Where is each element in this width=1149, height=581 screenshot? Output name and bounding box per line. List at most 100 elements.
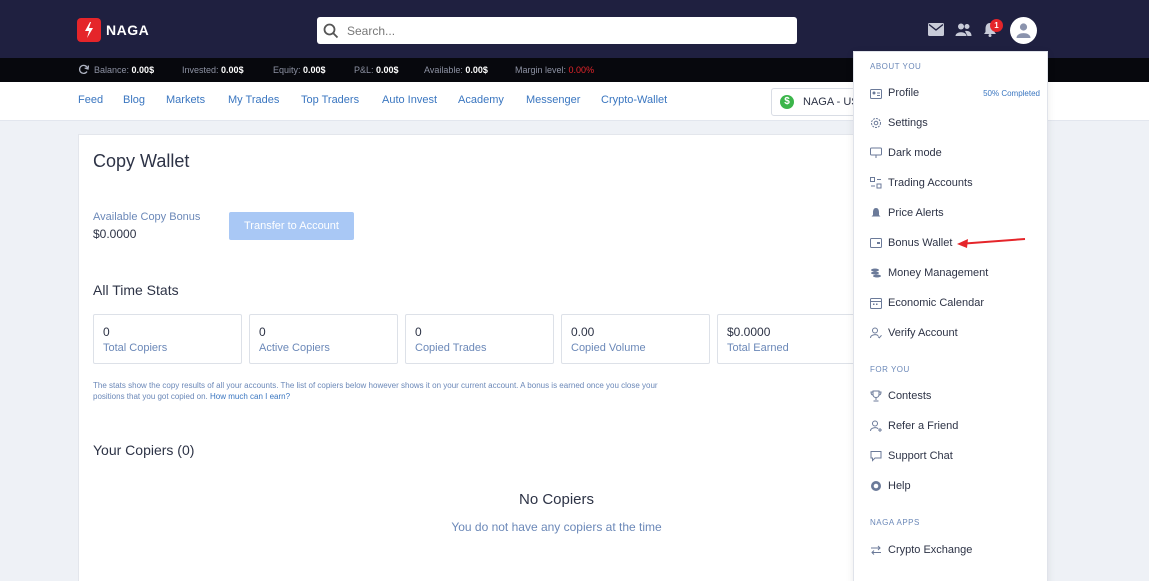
account-selector-label: NAGA - US bbox=[803, 96, 859, 108]
pl-stat: P&L: 0.00$ bbox=[354, 65, 399, 75]
stat-value: 0 bbox=[415, 325, 422, 339]
search-icon bbox=[323, 23, 339, 38]
add-user-icon bbox=[870, 420, 882, 432]
stat-label: Total Copiers bbox=[103, 342, 168, 354]
copy-bonus-label: Available Copy Bonus bbox=[93, 211, 201, 223]
logo-text: NAGA bbox=[106, 22, 150, 38]
balance-stat: Balance: 0.00$ bbox=[94, 65, 155, 75]
menu-price-alerts[interactable]: Price Alerts bbox=[870, 204, 1040, 222]
nav-my-trades[interactable]: My Trades bbox=[228, 94, 279, 106]
section-about-you: ABOUT YOU bbox=[870, 62, 922, 71]
menu-trading-accounts-label: Trading Accounts bbox=[888, 177, 973, 189]
coins-icon bbox=[870, 267, 882, 279]
nav-blog[interactable]: Blog bbox=[123, 94, 145, 106]
stats-note-text: The stats show the copy results of all y… bbox=[93, 381, 658, 401]
nav-feed[interactable]: Feed bbox=[78, 94, 103, 106]
menu-bonus-wallet-label: Bonus Wallet bbox=[888, 237, 953, 249]
stat-total-copiers: 0 Total Copiers bbox=[93, 314, 242, 364]
page-title: Copy Wallet bbox=[93, 151, 190, 171]
section-naga-apps: NAGA APPS bbox=[870, 518, 920, 527]
profile-completion-tag: 50% Completed bbox=[983, 88, 1040, 98]
menu-trading-accounts[interactable]: Trading Accounts bbox=[870, 174, 1040, 192]
copy-wallet-card: Copy Wallet Available Copy Bonus $0.0000… bbox=[78, 134, 868, 581]
stat-value: 0 bbox=[259, 325, 266, 339]
equity-stat: Equity: 0.00$ bbox=[273, 65, 326, 75]
nav-academy[interactable]: Academy bbox=[458, 94, 504, 106]
stat-label: Copied Trades bbox=[415, 342, 487, 354]
how-much-earn-link[interactable]: How much can I earn? bbox=[210, 392, 290, 401]
menu-crypto-exchange-label: Crypto Exchange bbox=[888, 544, 973, 556]
stat-total-earned: $0.0000 Total Earned bbox=[717, 314, 866, 364]
section-for-you: FOR YOU bbox=[870, 365, 910, 374]
nav-auto-invest[interactable]: Auto Invest bbox=[382, 94, 437, 106]
invested-stat: Invested: 0.00$ bbox=[182, 65, 244, 75]
stat-label: Copied Volume bbox=[571, 342, 646, 354]
wallet-icon bbox=[870, 237, 882, 249]
menu-dark-mode[interactable]: Dark mode bbox=[870, 144, 1040, 162]
menu-money-management-label: Money Management bbox=[888, 267, 989, 279]
margin-level-stat: Margin level: 0.00% bbox=[515, 65, 595, 75]
menu-economic-calendar[interactable]: Economic Calendar bbox=[870, 294, 1040, 312]
stat-label: Active Copiers bbox=[259, 342, 330, 354]
users-icon[interactable] bbox=[955, 23, 972, 36]
menu-refer-friend-label: Refer a Friend bbox=[888, 420, 959, 432]
alert-bell-icon bbox=[870, 207, 882, 219]
account-selector[interactable]: $ NAGA - US bbox=[771, 88, 861, 116]
menu-support-chat-label: Support Chat bbox=[888, 450, 953, 462]
chat-icon bbox=[870, 450, 882, 462]
search-input[interactable] bbox=[347, 23, 787, 38]
menu-contests-label: Contests bbox=[888, 390, 932, 402]
nav-markets[interactable]: Markets bbox=[166, 94, 205, 106]
calendar-icon bbox=[870, 297, 882, 309]
stat-copied-volume: 0.00 Copied Volume bbox=[561, 314, 710, 364]
nav-top-traders[interactable]: Top Traders bbox=[301, 94, 359, 106]
menu-contests[interactable]: Contests bbox=[870, 387, 1040, 405]
nav-crypto-wallet[interactable]: Crypto-Wallet bbox=[601, 94, 667, 106]
menu-price-alerts-label: Price Alerts bbox=[888, 207, 944, 219]
transfer-to-account-button[interactable]: Transfer to Account bbox=[229, 212, 354, 240]
trophy-icon bbox=[870, 390, 882, 402]
all-time-stats-title: All Time Stats bbox=[93, 282, 179, 298]
menu-support-chat[interactable]: Support Chat bbox=[870, 447, 1040, 465]
available-stat: Available: 0.00$ bbox=[424, 65, 488, 75]
profile-icon bbox=[870, 87, 882, 99]
search-box[interactable] bbox=[317, 17, 797, 44]
mail-icon[interactable] bbox=[928, 23, 944, 36]
nav-messenger[interactable]: Messenger bbox=[526, 94, 580, 106]
menu-profile[interactable]: Profile 50% Completed bbox=[870, 84, 1040, 102]
stat-value: 0 bbox=[103, 325, 110, 339]
menu-help-label: Help bbox=[888, 480, 911, 492]
user-menu-dropdown: ABOUT YOU Profile 50% Completed Settings… bbox=[853, 51, 1048, 581]
menu-refer-friend[interactable]: Refer a Friend bbox=[870, 417, 1040, 435]
stat-active-copiers: 0 Active Copiers bbox=[249, 314, 398, 364]
verify-user-icon bbox=[870, 327, 882, 339]
monitor-icon bbox=[870, 147, 882, 159]
stat-copied-trades: 0 Copied Trades bbox=[405, 314, 554, 364]
menu-settings[interactable]: Settings bbox=[870, 114, 1040, 132]
menu-money-management[interactable]: Money Management bbox=[870, 264, 1040, 282]
stat-value: 0.00 bbox=[571, 325, 595, 339]
accounts-icon bbox=[870, 177, 882, 189]
menu-help[interactable]: Help bbox=[870, 477, 1040, 495]
annotation-arrow-icon bbox=[957, 238, 1026, 248]
user-icon bbox=[1016, 23, 1031, 38]
stats-note: The stats show the copy results of all y… bbox=[93, 380, 663, 402]
gear-icon bbox=[870, 117, 882, 129]
menu-economic-calendar-label: Economic Calendar bbox=[888, 297, 984, 309]
refresh-icon[interactable] bbox=[78, 64, 89, 75]
user-avatar[interactable] bbox=[1010, 17, 1037, 44]
menu-verify-account[interactable]: Verify Account bbox=[870, 324, 1040, 342]
menu-dark-mode-label: Dark mode bbox=[888, 147, 942, 159]
naga-logo-icon bbox=[77, 18, 101, 42]
copy-bonus-value: $0.0000 bbox=[93, 227, 137, 241]
lifebuoy-icon bbox=[870, 480, 882, 492]
dollar-icon: $ bbox=[780, 95, 794, 109]
menu-crypto-exchange[interactable]: Crypto Exchange bbox=[870, 541, 1040, 559]
naga-logo[interactable]: NAGA bbox=[77, 18, 149, 42]
exchange-arrows-icon bbox=[870, 544, 882, 556]
menu-profile-label: Profile bbox=[888, 87, 920, 99]
stat-value: $0.0000 bbox=[727, 325, 771, 339]
menu-settings-label: Settings bbox=[888, 117, 928, 129]
stat-label: Total Earned bbox=[727, 342, 789, 354]
menu-verify-account-label: Verify Account bbox=[888, 327, 958, 339]
